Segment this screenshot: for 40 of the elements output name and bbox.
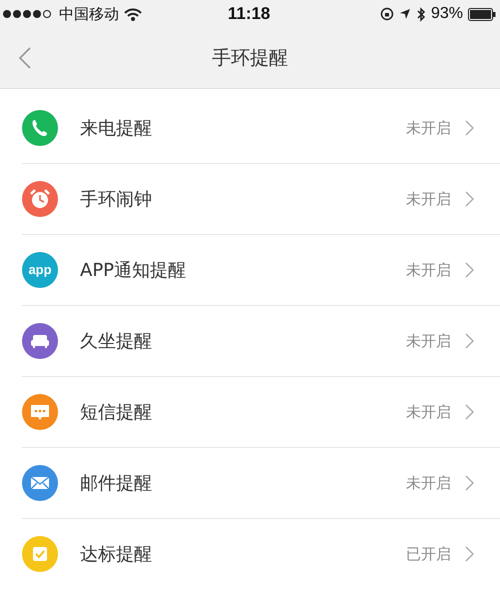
app-icon: app <box>22 252 58 288</box>
reminder-row[interactable]: 来电提醒 未开启 <box>22 93 500 164</box>
reminder-label: 邮件提醒 <box>80 472 153 495</box>
reminder-status: 未开启 <box>406 474 451 492</box>
reminder-label: APP通知提醒 <box>80 259 188 282</box>
bluetooth-icon <box>416 6 426 22</box>
wifi-icon <box>124 8 142 20</box>
reminder-row[interactable]: app APP通知提醒 未开启 <box>22 235 500 306</box>
reminder-row[interactable]: 手环闹钟 未开启 <box>22 164 500 235</box>
chevron-icon <box>465 262 474 278</box>
signal-icon <box>2 9 54 19</box>
rotation-lock-icon <box>380 7 394 21</box>
chevron-icon <box>465 404 474 420</box>
reminder-label: 来电提醒 <box>80 117 153 140</box>
battery-icon <box>468 8 496 20</box>
chevron-icon <box>465 546 474 562</box>
chevron-icon <box>465 191 474 207</box>
reminder-status: 未开启 <box>406 118 451 138</box>
chevron-icon <box>465 333 474 349</box>
location-icon <box>398 8 411 20</box>
clock-time: 11:18 <box>228 4 270 24</box>
chevron-icon <box>465 475 474 491</box>
reminder-row[interactable]: 短信提醒 未开启 <box>22 377 500 448</box>
reminder-label: 久坐提醒 <box>80 330 153 353</box>
reminder-label: 达标提醒 <box>80 543 153 566</box>
carrier-name: 中国移动 <box>59 4 119 24</box>
reminder-status: 未开启 <box>406 332 451 350</box>
reminder-row[interactable]: 邮件提醒 未开启 <box>22 448 500 519</box>
reminder-label: 短信提醒 <box>80 401 153 424</box>
battery-percent: 93% <box>430 5 463 23</box>
chevron-icon <box>465 120 474 136</box>
reminder-status: 未开启 <box>406 260 451 280</box>
reminder-label: 手环闹钟 <box>80 188 153 211</box>
reminder-status: 已开启 <box>406 544 451 564</box>
reminder-row[interactable]: 达标提醒 已开启 <box>22 519 500 589</box>
reminder-status: 未开启 <box>406 190 451 208</box>
reminder-row[interactable]: 久坐提醒 未开启 <box>22 306 500 377</box>
page-title: 手环提醒 <box>212 46 288 71</box>
reminder-status: 未开启 <box>406 402 451 422</box>
back-icon[interactable] <box>18 46 32 70</box>
